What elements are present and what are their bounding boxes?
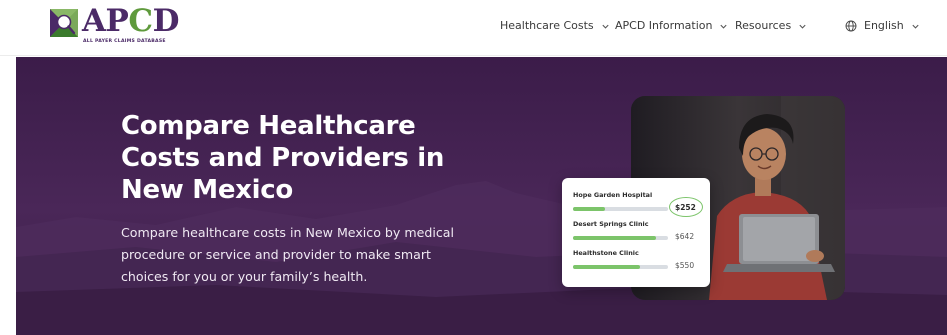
globe-icon [845,20,857,32]
provider-price: $252 [675,203,696,212]
hero-section: Compare Healthcare Costs and Providers i… [16,57,947,335]
logo-wordmark: APCD [82,3,179,39]
language-label: English [864,19,904,32]
nav-resources[interactable]: Resources [735,17,807,35]
language-selector[interactable]: English [845,17,920,35]
nav-label: APCD Information [615,19,713,32]
provider-price: $550 [675,261,695,270]
nav-apcd-information[interactable]: APCD Information [615,17,728,35]
price-bar-track [573,236,668,240]
nav-label: Healthcare Costs [500,19,594,32]
price-bar-track [573,265,668,269]
price-comparison-card: Hope Garden Hospital $252 Desert Springs… [562,178,710,287]
chevron-down-icon [602,24,609,29]
price-row[interactable]: Hope Garden Hospital $252 [573,191,703,217]
logo-mark-icon [50,9,78,37]
hero-title: Compare Healthcare Costs and Providers i… [121,111,445,205]
price-bar-fill [573,265,640,269]
site-header: APCD ALL PAYER CLAIMS DATABASE Healthcar… [0,0,947,56]
price-row[interactable]: Healthstone Clinic $550 [573,249,703,275]
provider-price: $642 [675,232,695,241]
provider-name: Healthstone Clinic [573,249,639,257]
provider-name: Desert Springs Clinic [573,220,649,228]
chevron-down-icon [799,24,806,29]
price-bar-fill [573,207,606,211]
nav-label: Resources [735,19,792,32]
hero-description: Compare healthcare costs in New Mexico b… [121,225,455,284]
nav-healthcare-costs[interactable]: Healthcare Costs [500,17,610,35]
provider-name: Hope Garden Hospital [573,191,653,199]
logo-tagline: ALL PAYER CLAIMS DATABASE [83,39,166,44]
price-bar-track [573,207,668,211]
chevron-down-icon [912,24,919,29]
chevron-down-icon [720,24,728,29]
price-row[interactable]: Desert Springs Clinic $642 [573,220,703,246]
apcd-logo[interactable]: APCD ALL PAYER CLAIMS DATABASE [49,3,179,46]
price-bar-fill [573,236,656,240]
